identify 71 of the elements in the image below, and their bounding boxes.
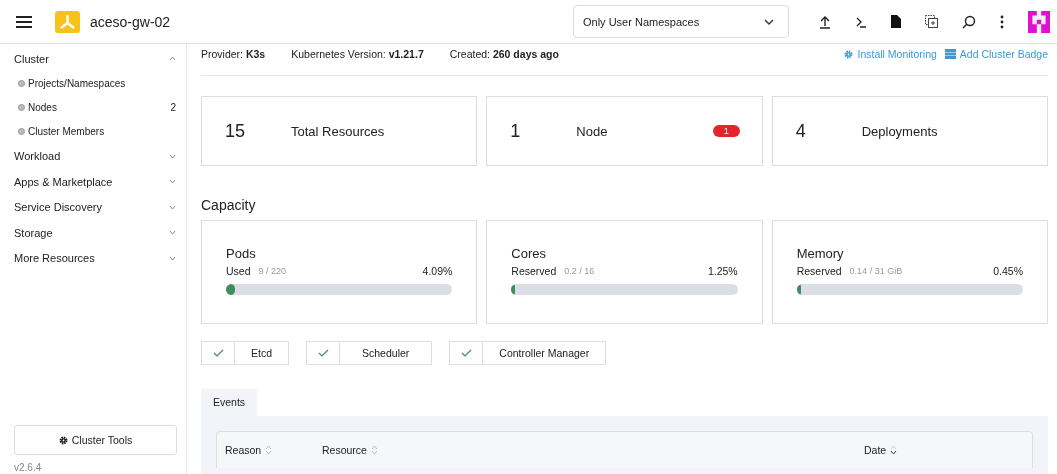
gauge-label: Reserved xyxy=(511,265,557,277)
sidebar-group[interactable]: Apps & Marketplace xyxy=(0,169,186,195)
count-label: Node xyxy=(576,123,608,139)
column-header[interactable]: Resource xyxy=(322,444,864,456)
chevron-up-icon xyxy=(169,56,176,62)
chevron-down-icon xyxy=(169,230,176,236)
version-label: v2.6.4 xyxy=(14,462,43,473)
sidebar-item[interactable]: Nodes 2 xyxy=(0,95,186,120)
gauge-detail: 0.14 / 31 GiB xyxy=(849,266,903,276)
check-icon xyxy=(460,349,472,357)
count-label: Deployments xyxy=(861,123,938,139)
section-title: Capacity xyxy=(201,197,257,213)
gauge-title: Cores xyxy=(511,246,547,261)
file-icon[interactable] xyxy=(891,15,901,28)
column-header[interactable]: Date xyxy=(864,444,1024,456)
more-icon[interactable] xyxy=(1000,14,1004,29)
check-icon xyxy=(317,349,329,357)
sidebar-group[interactable]: More Resources xyxy=(0,245,186,271)
count-value: 1 xyxy=(510,120,522,142)
alert-count: 1 xyxy=(712,125,740,137)
chevron-down-icon xyxy=(169,179,176,185)
gauge-label: Reserved xyxy=(796,265,842,277)
gear-icon xyxy=(844,49,854,59)
sidebar-item[interactable]: Projects/Namespaces xyxy=(0,71,186,96)
sidebar-group[interactable]: Storage xyxy=(0,220,186,246)
cluster-logo-icon xyxy=(55,10,80,33)
count-value: 15 xyxy=(225,120,247,142)
component-status: Etcd xyxy=(201,341,289,365)
sort-icon xyxy=(370,445,378,455)
check-icon xyxy=(212,349,224,357)
cluster-name: aceso-gw-02 xyxy=(90,13,171,30)
menu-icon[interactable] xyxy=(16,15,32,28)
gauge-percent: 0.45% xyxy=(993,265,1023,277)
gear-icon xyxy=(58,435,68,445)
count-value: 4 xyxy=(795,120,807,142)
sidebar-group[interactable]: Service Discovery xyxy=(0,194,186,220)
cluster-tools-button[interactable]: Cluster Tools xyxy=(14,425,177,455)
component-status: Scheduler xyxy=(306,341,433,365)
cluster-fact: Created: 260 days ago xyxy=(449,48,559,60)
chevron-down-icon xyxy=(169,204,176,210)
chevron-down-icon xyxy=(764,18,774,25)
sort-icon xyxy=(890,445,898,455)
gauge-title: Memory xyxy=(796,246,845,261)
events-tab[interactable]: Events xyxy=(201,389,258,416)
gauge-detail: 0.2 / 16 xyxy=(564,266,595,276)
summary-card[interactable]: 1 Node 1 xyxy=(486,96,763,166)
terminal-icon[interactable] xyxy=(855,15,867,28)
gauge-percent: 4.09% xyxy=(422,265,453,277)
avatar-icon[interactable] xyxy=(1028,10,1050,33)
column-header[interactable]: Reason xyxy=(225,444,322,456)
cluster-fact: Provider: K3s xyxy=(201,48,266,60)
count-label: Total Resources xyxy=(291,123,385,139)
gauge-detail: 9 / 220 xyxy=(258,266,287,276)
component-status: Controller Manager xyxy=(449,341,607,365)
sidebar-item[interactable]: Cluster Members xyxy=(0,119,186,144)
copy-icon[interactable] xyxy=(925,15,938,28)
namespace-dropdown[interactable]: Only User Namespaces xyxy=(573,5,789,38)
chevron-down-icon xyxy=(169,255,176,261)
gauge-percent: 1.25% xyxy=(707,265,738,277)
list-icon xyxy=(944,49,956,59)
chevron-down-icon xyxy=(169,153,176,159)
gauge-title: Pods xyxy=(226,246,257,261)
gauge-label: Used xyxy=(226,265,251,277)
upload-icon[interactable] xyxy=(819,14,831,29)
sort-icon xyxy=(265,445,273,455)
sidebar-group[interactable]: Workload xyxy=(0,143,186,169)
cluster-fact: Kubernetes Version: v1.21.7 xyxy=(291,48,424,60)
summary-card[interactable]: 4 Deployments xyxy=(771,96,1048,166)
search-icon[interactable] xyxy=(962,14,976,29)
sidebar-group[interactable]: Cluster xyxy=(0,46,186,72)
summary-card[interactable]: 15 Total Resources xyxy=(201,96,478,166)
